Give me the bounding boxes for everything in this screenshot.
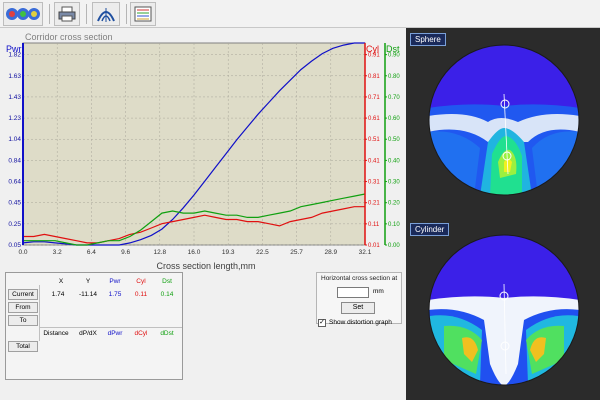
cyl-tick-label: 0.41: [368, 158, 380, 164]
chart-button[interactable]: [130, 2, 156, 26]
delta-header-distance: Distance: [43, 330, 69, 337]
pwr-tick-label: 0.64: [8, 179, 21, 186]
current-x: 1.74: [51, 291, 65, 298]
pwr-tick-label: 0.25: [8, 221, 21, 228]
x-tick-label: 19.3: [222, 249, 235, 256]
print-button[interactable]: [54, 2, 80, 26]
corridor-chart: 0.0 3.2 6.4 9.6 12.8 16.0 19.3 22.5 25.7 28.9 32.1…: [0, 28, 406, 272]
delta-header-dcyl: dCyl: [134, 330, 148, 337]
section-position-input[interactable]: [337, 287, 369, 298]
col-header-x: X: [58, 278, 64, 285]
corridor-panel: 0.0 3.2 6.4 9.6 12.8 16.0 19.3 22.5 25.7 28.9 32.1…: [0, 28, 406, 400]
current-button[interactable]: Current: [8, 289, 38, 300]
cyl-tick-label: 0.31: [368, 180, 380, 186]
show-distortion-label: Show distortion graph: [329, 319, 392, 326]
cyl-tick-label: 0.21: [368, 201, 380, 207]
current-pwr: 1.75: [108, 291, 122, 298]
total-button[interactable]: Total: [8, 341, 38, 352]
col-header-dst: Dst: [162, 278, 172, 285]
pwr-axis-title: Pwr: [6, 44, 22, 54]
x-tick-label: 22.5: [256, 249, 269, 256]
x-tick-label: 16.0: [188, 249, 201, 256]
pwr-tick-label: 1.23: [8, 115, 21, 122]
chart-icon: [134, 6, 152, 22]
cyl-tick-label: 0.01: [368, 243, 380, 249]
x-tick-label: 12.8: [153, 249, 166, 256]
cyl-tick-label: 0.51: [368, 137, 380, 143]
col-header-y: Y: [85, 278, 91, 285]
chart-title: Corridor cross section: [25, 32, 113, 42]
current-y: -11.14: [79, 291, 97, 298]
toolbar: [0, 0, 600, 28]
lens-profile-icon: [97, 8, 115, 22]
to-button[interactable]: To: [8, 315, 38, 326]
dst-tick-label: 0.00: [388, 243, 400, 249]
dst-tick-label: 0.30: [388, 180, 400, 186]
dst-axis-title: Dst: [386, 44, 400, 54]
x-tick-label: 25.7: [290, 249, 303, 256]
cyl-tick-label: 0.11: [368, 222, 380, 228]
x-tick-label: 9.6: [121, 249, 130, 256]
cyl-axis-title: Cyl: [366, 44, 379, 54]
values-table: X Y Pwr Cyl Dst Current 1.74 -11.14 1.75…: [5, 272, 183, 380]
pwr-tick-label: 1.63: [8, 73, 21, 80]
dst-tick-label: 0.60: [388, 116, 400, 122]
sphere-map[interactable]: [428, 44, 580, 196]
col-header-pwr: Pwr: [109, 278, 121, 285]
cyl-tick-label: 0.81: [368, 74, 380, 80]
x-tick-label: 28.9: [324, 249, 337, 256]
set-button[interactable]: Set: [341, 302, 375, 314]
pwr-tick-label: 0.45: [8, 200, 21, 207]
dst-tick-label: 0.70: [388, 95, 400, 101]
pwr-tick-label: 0.84: [8, 157, 21, 164]
cylinder-map[interactable]: [428, 234, 580, 386]
dst-tick-label: 0.50: [388, 137, 400, 143]
dst-tick-label: 0.20: [388, 201, 400, 207]
dst-tick-label: 0.10: [388, 222, 400, 228]
horizontal-section-panel: Horizontal cross section at mm Set: [316, 272, 402, 324]
show-distortion-checkbox[interactable]: ✓: [318, 319, 326, 327]
dst-tick-label: 0.40: [388, 158, 400, 164]
current-cyl: 0.11: [134, 291, 148, 298]
pwr-tick-label: 0.05: [8, 242, 21, 249]
pwr-tick-label: 1.43: [8, 94, 21, 101]
x-tick-label: 6.4: [87, 249, 96, 256]
horizontal-section-title: Horizontal cross section at: [321, 275, 398, 282]
x-tick-label: 0.0: [18, 249, 27, 256]
lens-maps-icon: [6, 8, 40, 20]
unit-label: mm: [373, 288, 384, 295]
x-tick-label: 32.1: [359, 249, 372, 256]
x-axis-label: Cross section length,mm: [156, 261, 255, 271]
delta-header-dpwr: dPwr: [107, 330, 123, 337]
cyl-tick-label: 0.71: [368, 95, 380, 101]
pwr-tick-label: 1.04: [8, 136, 21, 143]
cyl-tick-label: 0.61: [368, 116, 380, 122]
x-tick-label: 3.2: [53, 249, 62, 256]
lens-profile-button[interactable]: [92, 2, 120, 26]
from-button[interactable]: From: [8, 302, 38, 313]
dst-tick-label: 0.80: [388, 74, 400, 80]
current-dst: 0.14: [160, 291, 174, 298]
printer-icon: [58, 6, 76, 22]
delta-header-dpdx: dP/dX: [79, 330, 97, 337]
maps-panel: Sphere Cylinder: [406, 28, 600, 400]
col-header-cyl: Cyl: [136, 278, 146, 285]
lens-maps-button[interactable]: [3, 2, 43, 26]
delta-header-ddst: dDst: [160, 330, 174, 337]
